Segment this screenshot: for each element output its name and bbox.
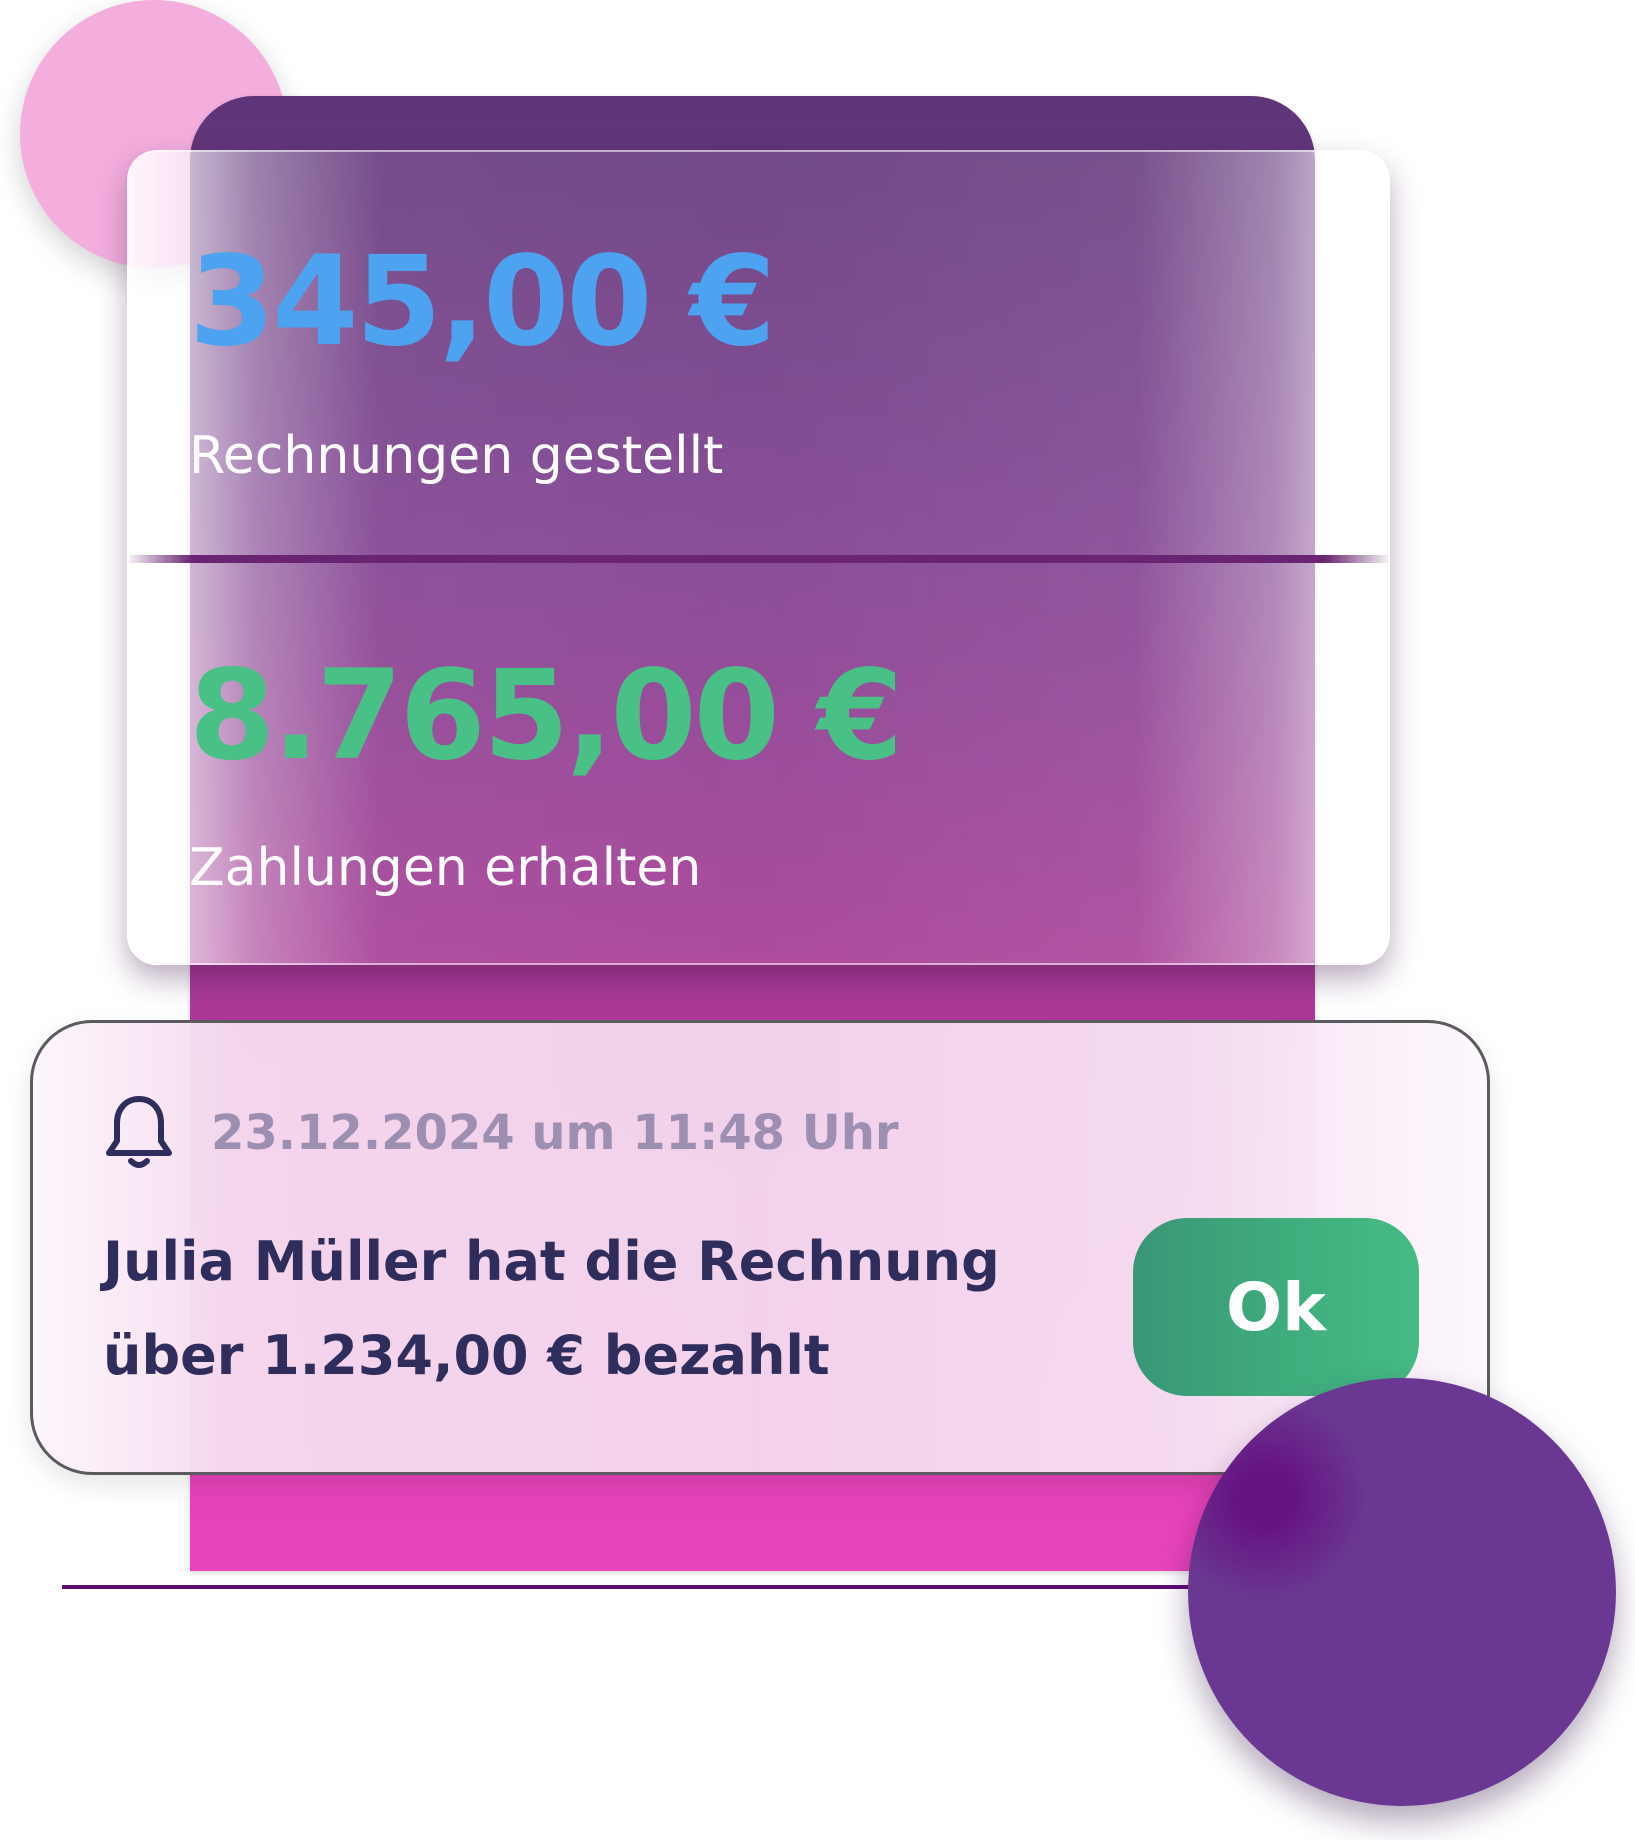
stats-card: 345,00 € Rechnungen gestellt 8.765,00 € … bbox=[127, 150, 1390, 965]
invoiced-label: Rechnungen gestellt bbox=[189, 426, 724, 486]
bell-icon bbox=[106, 1096, 172, 1168]
decorative-purple-circle bbox=[1188, 1378, 1616, 1806]
notification-message: Julia Müller hat die Rechnung über 1.234… bbox=[103, 1230, 1000, 1387]
ok-button[interactable]: Ok bbox=[1133, 1218, 1419, 1396]
received-label: Zahlungen erhalten bbox=[189, 838, 702, 898]
baseline-divider bbox=[62, 1585, 1222, 1589]
payment-notification: 23.12.2024 um 11:48 Uhr Julia Müller hat… bbox=[30, 1020, 1490, 1475]
stats-divider bbox=[129, 555, 1388, 563]
invoiced-amount: 345,00 € bbox=[189, 230, 776, 374]
received-amount: 8.765,00 € bbox=[189, 644, 903, 788]
notification-timestamp: 23.12.2024 um 11:48 Uhr bbox=[211, 1105, 899, 1161]
